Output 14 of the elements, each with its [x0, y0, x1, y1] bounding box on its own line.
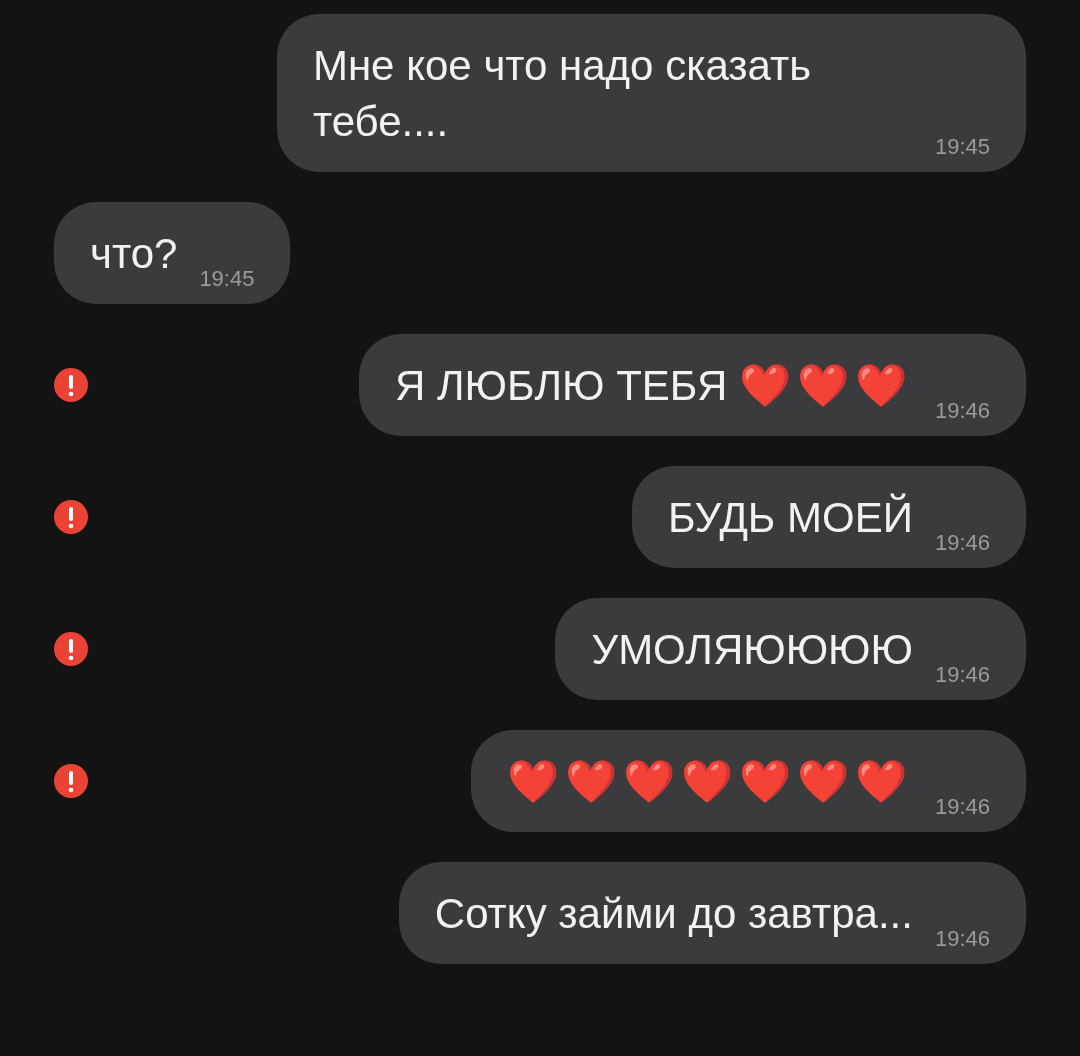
message-text: Мне кое что надо сказать тебе....	[312, 41, 813, 147]
message-time: 19:46	[934, 796, 990, 818]
message-time: 19:45	[934, 136, 990, 158]
message-text: ❤❤❤❤❤❤❤	[506, 757, 913, 807]
message-time: 19:46	[934, 928, 990, 950]
message-time: 19:46	[934, 532, 990, 554]
message-time: 19:46	[934, 664, 990, 686]
message-time: 19:46	[934, 400, 990, 422]
message-text: что?	[90, 229, 178, 279]
message-text: Я ЛЮБЛЮ ТЕБЯ ❤❤❤	[394, 361, 913, 411]
message-text: БУДЬ МОЕЙ	[668, 492, 913, 543]
message-text: Сотку займи до завтра...	[434, 889, 913, 939]
message-text: УМОЛЯЮЮЮЮ	[591, 625, 913, 675]
message-time: 19:45	[199, 268, 255, 290]
